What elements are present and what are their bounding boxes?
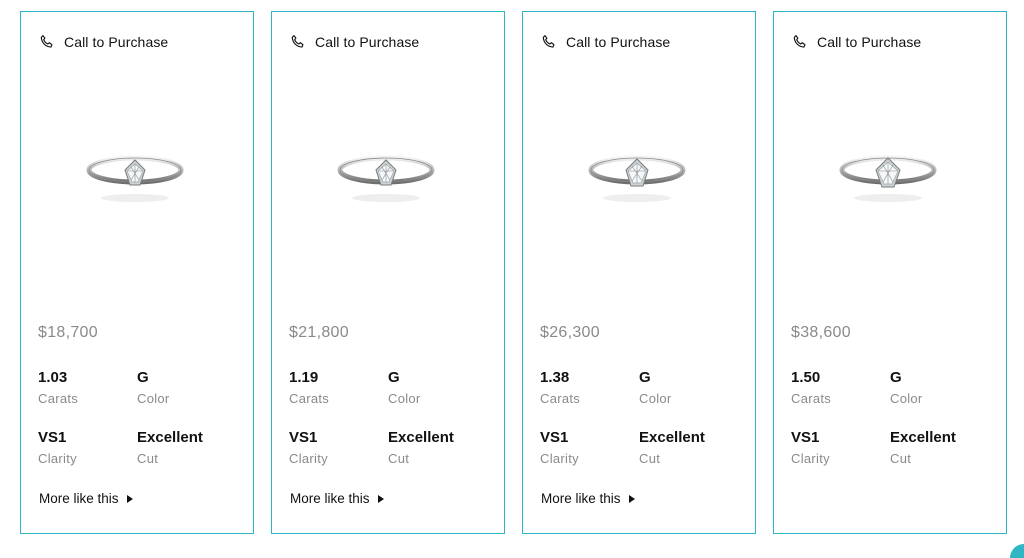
price: $38,600 (791, 324, 851, 341)
clarity-label: Clarity (38, 451, 77, 466)
clarity-spec: VS1 Clarity (791, 429, 891, 468)
ring-image[interactable] (85, 140, 185, 208)
cut-spec: Excellent Cut (890, 429, 990, 468)
carats-value: 1.38 (540, 369, 570, 386)
more-like-this-label: More like this (39, 491, 119, 506)
clarity-value: VS1 (38, 429, 67, 446)
carats-label: Carats (540, 391, 581, 406)
cut-spec: Excellent Cut (639, 429, 739, 468)
carats-value: 1.03 (38, 369, 68, 386)
color-spec: G Color (388, 369, 488, 408)
clarity-spec: VS1 Clarity (289, 429, 389, 468)
carats-spec: 1.19 Carats (289, 369, 389, 408)
price: $18,700 (38, 324, 98, 341)
product-card[interactable]: Call to Purchase $21,800 1.19 Carats G C… (271, 11, 505, 534)
carats-value: 1.19 (289, 369, 319, 386)
price: $21,800 (289, 324, 349, 341)
color-value: G (890, 369, 902, 386)
cut-label: Cut (137, 451, 159, 466)
corner-accent (1010, 544, 1024, 558)
clarity-label: Clarity (289, 451, 328, 466)
product-card[interactable]: Call to Purchase $18,700 1.03 Carats G C… (20, 11, 254, 534)
color-spec: G Color (890, 369, 990, 408)
carats-spec: 1.50 Carats (791, 369, 891, 408)
call-to-purchase-label: Call to Purchase (566, 34, 671, 50)
more-like-this-link[interactable]: More like this (39, 491, 133, 506)
carats-label: Carats (289, 391, 330, 406)
call-to-purchase-label: Call to Purchase (817, 34, 922, 50)
price: $26,300 (540, 324, 600, 341)
ring-image[interactable] (336, 140, 436, 208)
product-card[interactable]: Call to Purchase $38,600 1.50 Carats G C… (773, 11, 1007, 534)
clarity-spec: VS1 Clarity (540, 429, 640, 468)
ring-image[interactable] (587, 140, 687, 208)
cut-value: Excellent (137, 429, 203, 446)
color-label: Color (639, 391, 672, 406)
more-like-this-link[interactable]: More like this (541, 491, 635, 506)
cut-spec: Excellent Cut (137, 429, 237, 468)
cut-value: Excellent (639, 429, 705, 446)
carats-spec: 1.38 Carats (540, 369, 640, 408)
color-value: G (137, 369, 149, 386)
clarity-spec: VS1 Clarity (38, 429, 138, 468)
ring-image[interactable] (838, 140, 938, 208)
clarity-value: VS1 (289, 429, 318, 446)
clarity-label: Clarity (540, 451, 579, 466)
color-value: G (388, 369, 400, 386)
call-to-purchase-link[interactable]: Call to Purchase (540, 33, 670, 51)
phone-icon (540, 33, 558, 51)
caret-right-icon (628, 494, 635, 503)
phone-icon (791, 33, 809, 51)
product-card[interactable]: Call to Purchase $26,300 1.38 Carats G C… (522, 11, 756, 534)
color-spec: G Color (137, 369, 237, 408)
cut-spec: Excellent Cut (388, 429, 488, 468)
call-to-purchase-link[interactable]: Call to Purchase (38, 33, 168, 51)
call-to-purchase-label: Call to Purchase (315, 34, 420, 50)
call-to-purchase-label: Call to Purchase (64, 34, 169, 50)
phone-icon (289, 33, 307, 51)
carats-label: Carats (38, 391, 79, 406)
caret-right-icon (126, 494, 133, 503)
clarity-label: Clarity (791, 451, 830, 466)
clarity-value: VS1 (540, 429, 569, 446)
cut-label: Cut (388, 451, 410, 466)
color-value: G (639, 369, 651, 386)
cut-label: Cut (639, 451, 661, 466)
carats-spec: 1.03 Carats (38, 369, 138, 408)
more-like-this-label: More like this (290, 491, 370, 506)
more-like-this-link[interactable]: More like this (290, 491, 384, 506)
color-label: Color (890, 391, 923, 406)
color-spec: G Color (639, 369, 739, 408)
clarity-value: VS1 (791, 429, 820, 446)
call-to-purchase-link[interactable]: Call to Purchase (289, 33, 419, 51)
cut-value: Excellent (890, 429, 956, 446)
phone-icon (38, 33, 56, 51)
color-label: Color (388, 391, 421, 406)
carats-value: 1.50 (791, 369, 821, 386)
more-like-this-label: More like this (541, 491, 621, 506)
cut-value: Excellent (388, 429, 454, 446)
carats-label: Carats (791, 391, 832, 406)
caret-right-icon (377, 494, 384, 503)
call-to-purchase-link[interactable]: Call to Purchase (791, 33, 921, 51)
cut-label: Cut (890, 451, 912, 466)
color-label: Color (137, 391, 170, 406)
